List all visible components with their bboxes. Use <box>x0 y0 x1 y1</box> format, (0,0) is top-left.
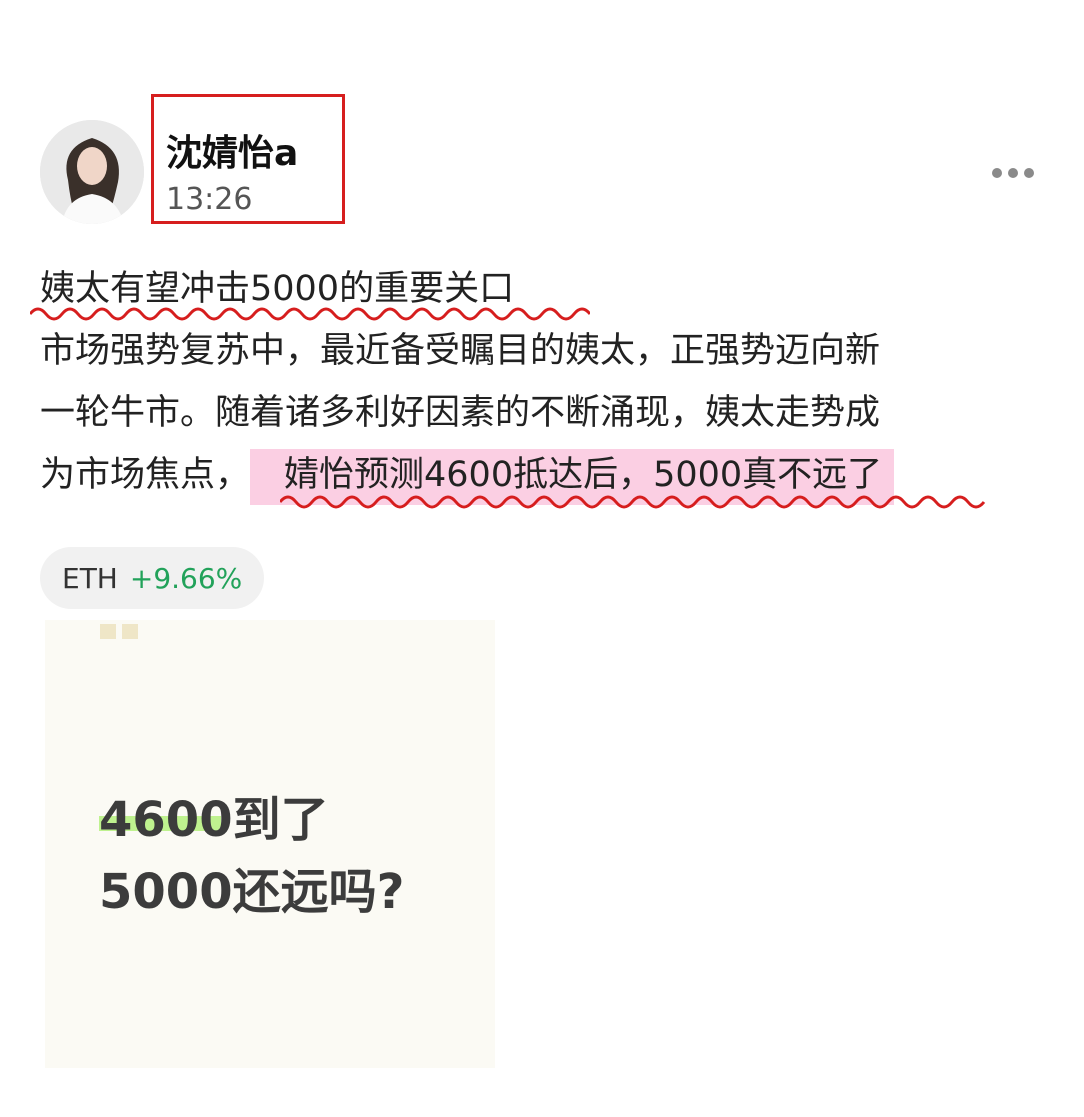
more-options-button[interactable] <box>992 165 1044 181</box>
author-avatar[interactable] <box>40 120 144 224</box>
crypto-tag-eth[interactable]: ETH +9.66% <box>40 547 265 609</box>
wavy-underline-headline <box>30 307 590 321</box>
post-paragraph-text: 为市场焦点， <box>40 455 251 495</box>
author-name[interactable]: 沈婧怡a <box>166 124 298 176</box>
post-timestamp: 13:26 <box>166 182 253 217</box>
more-horizontal-icon <box>992 168 1002 178</box>
wavy-underline-highlight <box>280 495 986 509</box>
tag-change: +9.66% <box>129 561 243 595</box>
image-text-line1: 4600到了 <box>99 792 329 848</box>
post-paragraph-line: 一轮牛市。随着诸多利好因素的不断涌现，姨太走势成 <box>40 393 881 433</box>
post-paragraph-line: 市场强势复苏中，最近备受瞩目的姨太，正强势迈向新 <box>40 331 881 371</box>
quote-mark-icon <box>100 624 138 639</box>
post-image[interactable]: 4600到了 5000还远吗? <box>45 620 495 1068</box>
tag-symbol: ETH <box>62 561 118 595</box>
image-text-line2: 5000还远吗? <box>99 864 405 920</box>
